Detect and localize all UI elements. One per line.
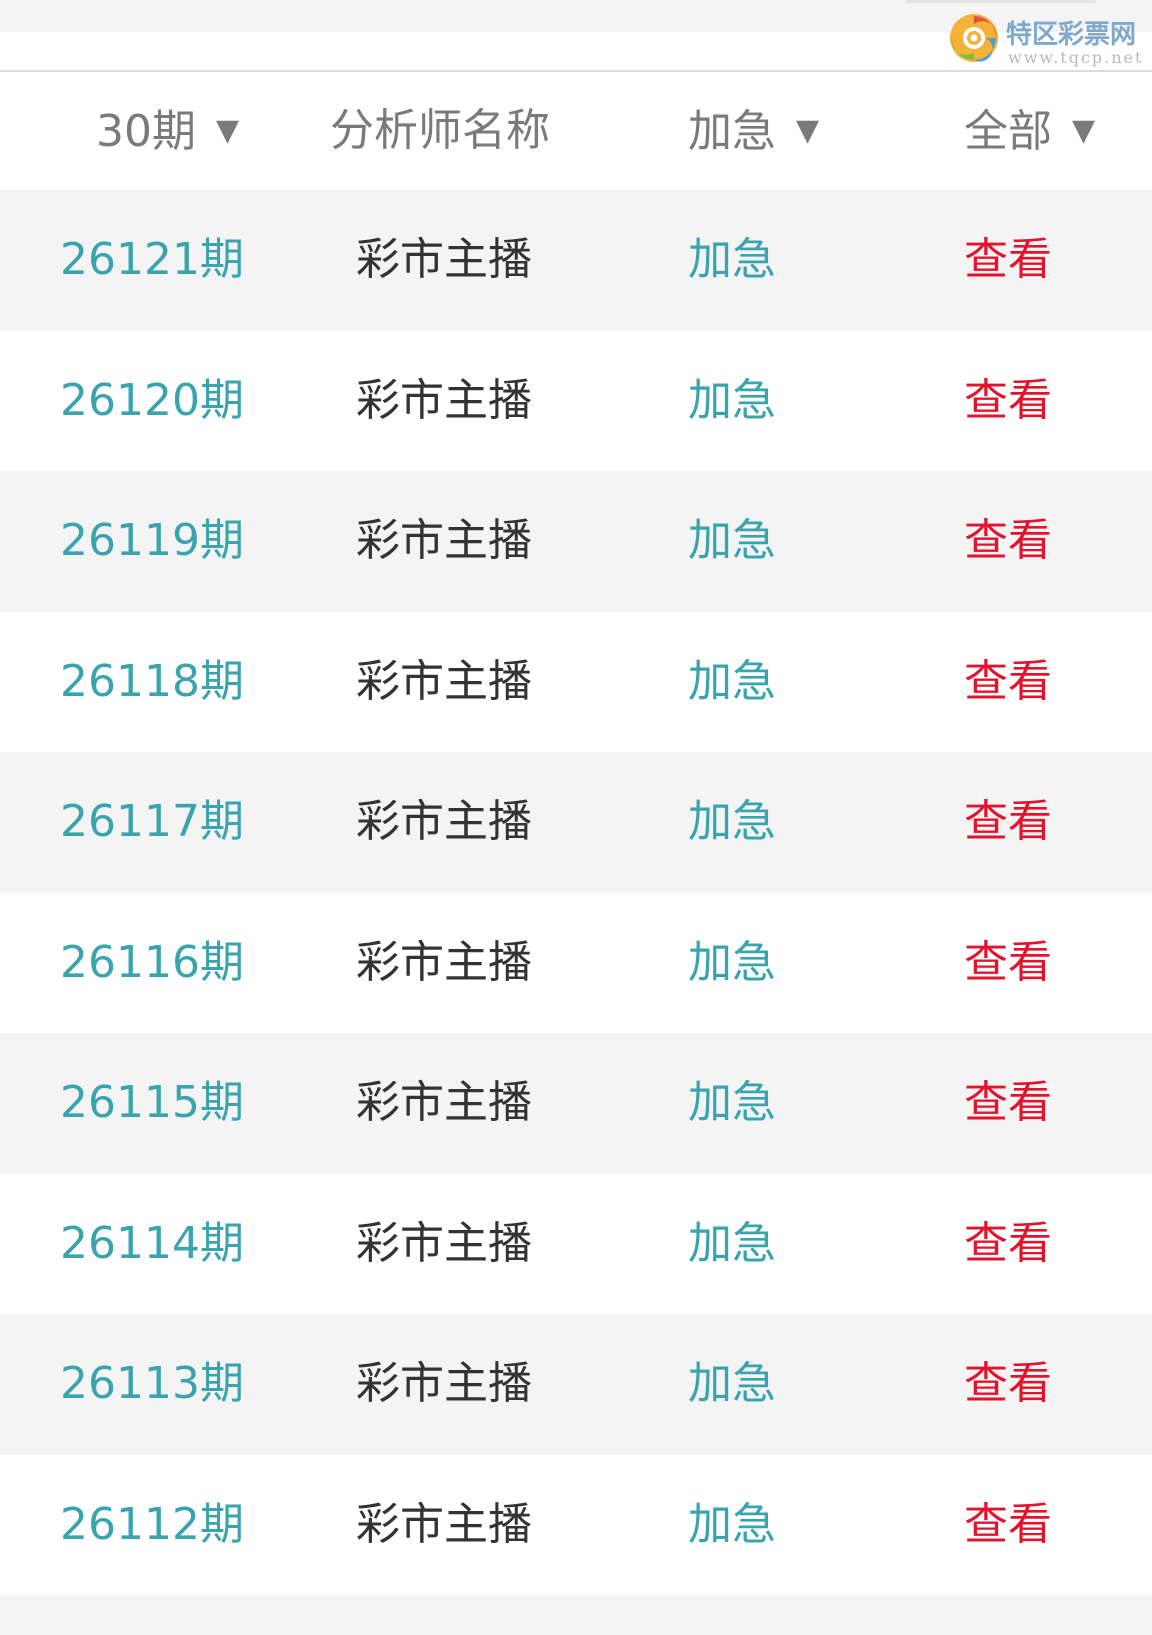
analyst-name: 彩市主播 xyxy=(356,655,532,707)
table-row[interactable]: 26115期 彩市主播 加急 查看 xyxy=(0,1033,1152,1174)
analyst-name-header-label: 分析师名称 xyxy=(330,105,550,156)
urgent-tag: 加急 xyxy=(688,234,776,285)
type-filter-label: 全部 xyxy=(964,106,1052,157)
analyst-name: 彩市主播 xyxy=(356,1498,532,1550)
urgent-tag: 加急 xyxy=(688,1077,776,1128)
issue-number: 26118期 xyxy=(60,655,244,707)
dropdown-arrow-icon: ▼ xyxy=(796,113,820,148)
logo-url: www.tqcp.net xyxy=(1008,48,1144,67)
issue-number: 26119期 xyxy=(60,515,244,566)
forecast-table-body: 26121期 彩市主播 加急 查看 26120期 彩市主播 加急 查看 2611… xyxy=(0,190,1152,1595)
view-link[interactable]: 查看 xyxy=(964,752,1052,893)
issue-number: 26121期 xyxy=(60,234,244,285)
analyst-name: 彩市主播 xyxy=(356,936,532,988)
urgent-filter-label: 加急 xyxy=(688,106,776,157)
dropdown-arrow-icon: ▼ xyxy=(216,113,240,148)
urgent-tag: 加急 xyxy=(688,1358,776,1409)
table-row[interactable]: 26116期 彩市主播 加急 查看 xyxy=(0,892,1152,1034)
issue-number: 26113期 xyxy=(60,1358,244,1409)
table-row[interactable]: 26121期 彩市主播 加急 查看 xyxy=(0,190,1152,331)
urgent-tag: 加急 xyxy=(688,796,776,847)
site-logo: 特区彩票网 www.tqcp.net xyxy=(948,8,1148,68)
swirl-logo-icon xyxy=(950,14,998,62)
urgent-tag: 加急 xyxy=(688,1217,776,1269)
urgent-tag: 加急 xyxy=(688,515,776,566)
period-filter-label: 30期 xyxy=(96,106,196,157)
issue-number: 26114期 xyxy=(60,1217,244,1269)
analyst-name: 彩市主播 xyxy=(356,234,532,285)
view-link[interactable]: 查看 xyxy=(964,1174,1052,1315)
analyst-name: 彩市主播 xyxy=(356,374,532,426)
analyst-name: 彩市主播 xyxy=(356,1077,532,1128)
analyst-name: 彩市主播 xyxy=(356,515,532,566)
issue-number: 26112期 xyxy=(60,1498,244,1550)
logo-name: 特区彩票网 xyxy=(1006,20,1137,50)
type-filter-dropdown[interactable]: 全部 ▼ xyxy=(964,72,1095,190)
period-filter-dropdown[interactable]: 30期 ▼ xyxy=(96,72,239,190)
urgent-tag: 加急 xyxy=(688,1498,776,1550)
urgent-tag: 加急 xyxy=(688,374,776,426)
table-row[interactable]: 26119期 彩市主播 加急 查看 xyxy=(0,471,1152,612)
bottom-strip xyxy=(0,1595,1152,1635)
table-row[interactable]: 26112期 彩市主播 加急 查看 xyxy=(0,1454,1152,1596)
dropdown-arrow-icon: ▼ xyxy=(1072,113,1096,148)
view-link[interactable]: 查看 xyxy=(964,1455,1052,1596)
table-header: 30期 ▼ 分析师名称 加急 ▼ 全部 ▼ xyxy=(0,72,1152,190)
urgent-tag: 加急 xyxy=(688,936,776,988)
scroll-indicator xyxy=(906,0,1096,3)
analyst-name: 彩市主播 xyxy=(356,1217,532,1269)
view-link[interactable]: 查看 xyxy=(964,893,1052,1034)
urgent-tag: 加急 xyxy=(688,655,776,707)
view-link[interactable]: 查看 xyxy=(964,1033,1052,1174)
view-link[interactable]: 查看 xyxy=(964,612,1052,753)
issue-number: 26120期 xyxy=(60,374,244,426)
table-row[interactable]: 26120期 彩市主播 加急 查看 xyxy=(0,330,1152,472)
view-link[interactable]: 查看 xyxy=(964,331,1052,472)
table-row[interactable]: 26114期 彩市主播 加急 查看 xyxy=(0,1173,1152,1315)
analyst-name: 彩市主播 xyxy=(356,796,532,847)
view-link[interactable]: 查看 xyxy=(964,471,1052,612)
table-row[interactable]: 26118期 彩市主播 加急 查看 xyxy=(0,611,1152,753)
analyst-name: 彩市主播 xyxy=(356,1358,532,1409)
issue-number: 26115期 xyxy=(60,1077,244,1128)
view-link[interactable]: 查看 xyxy=(964,190,1052,331)
issue-number: 26117期 xyxy=(60,796,244,847)
issue-number: 26116期 xyxy=(60,936,244,988)
analyst-name-header: 分析师名称 xyxy=(330,72,550,190)
table-row[interactable]: 26117期 彩市主播 加急 查看 xyxy=(0,752,1152,893)
table-row[interactable]: 26113期 彩市主播 加急 查看 xyxy=(0,1314,1152,1455)
view-link[interactable]: 查看 xyxy=(964,1314,1052,1455)
urgent-filter-dropdown[interactable]: 加急 ▼ xyxy=(688,72,819,190)
